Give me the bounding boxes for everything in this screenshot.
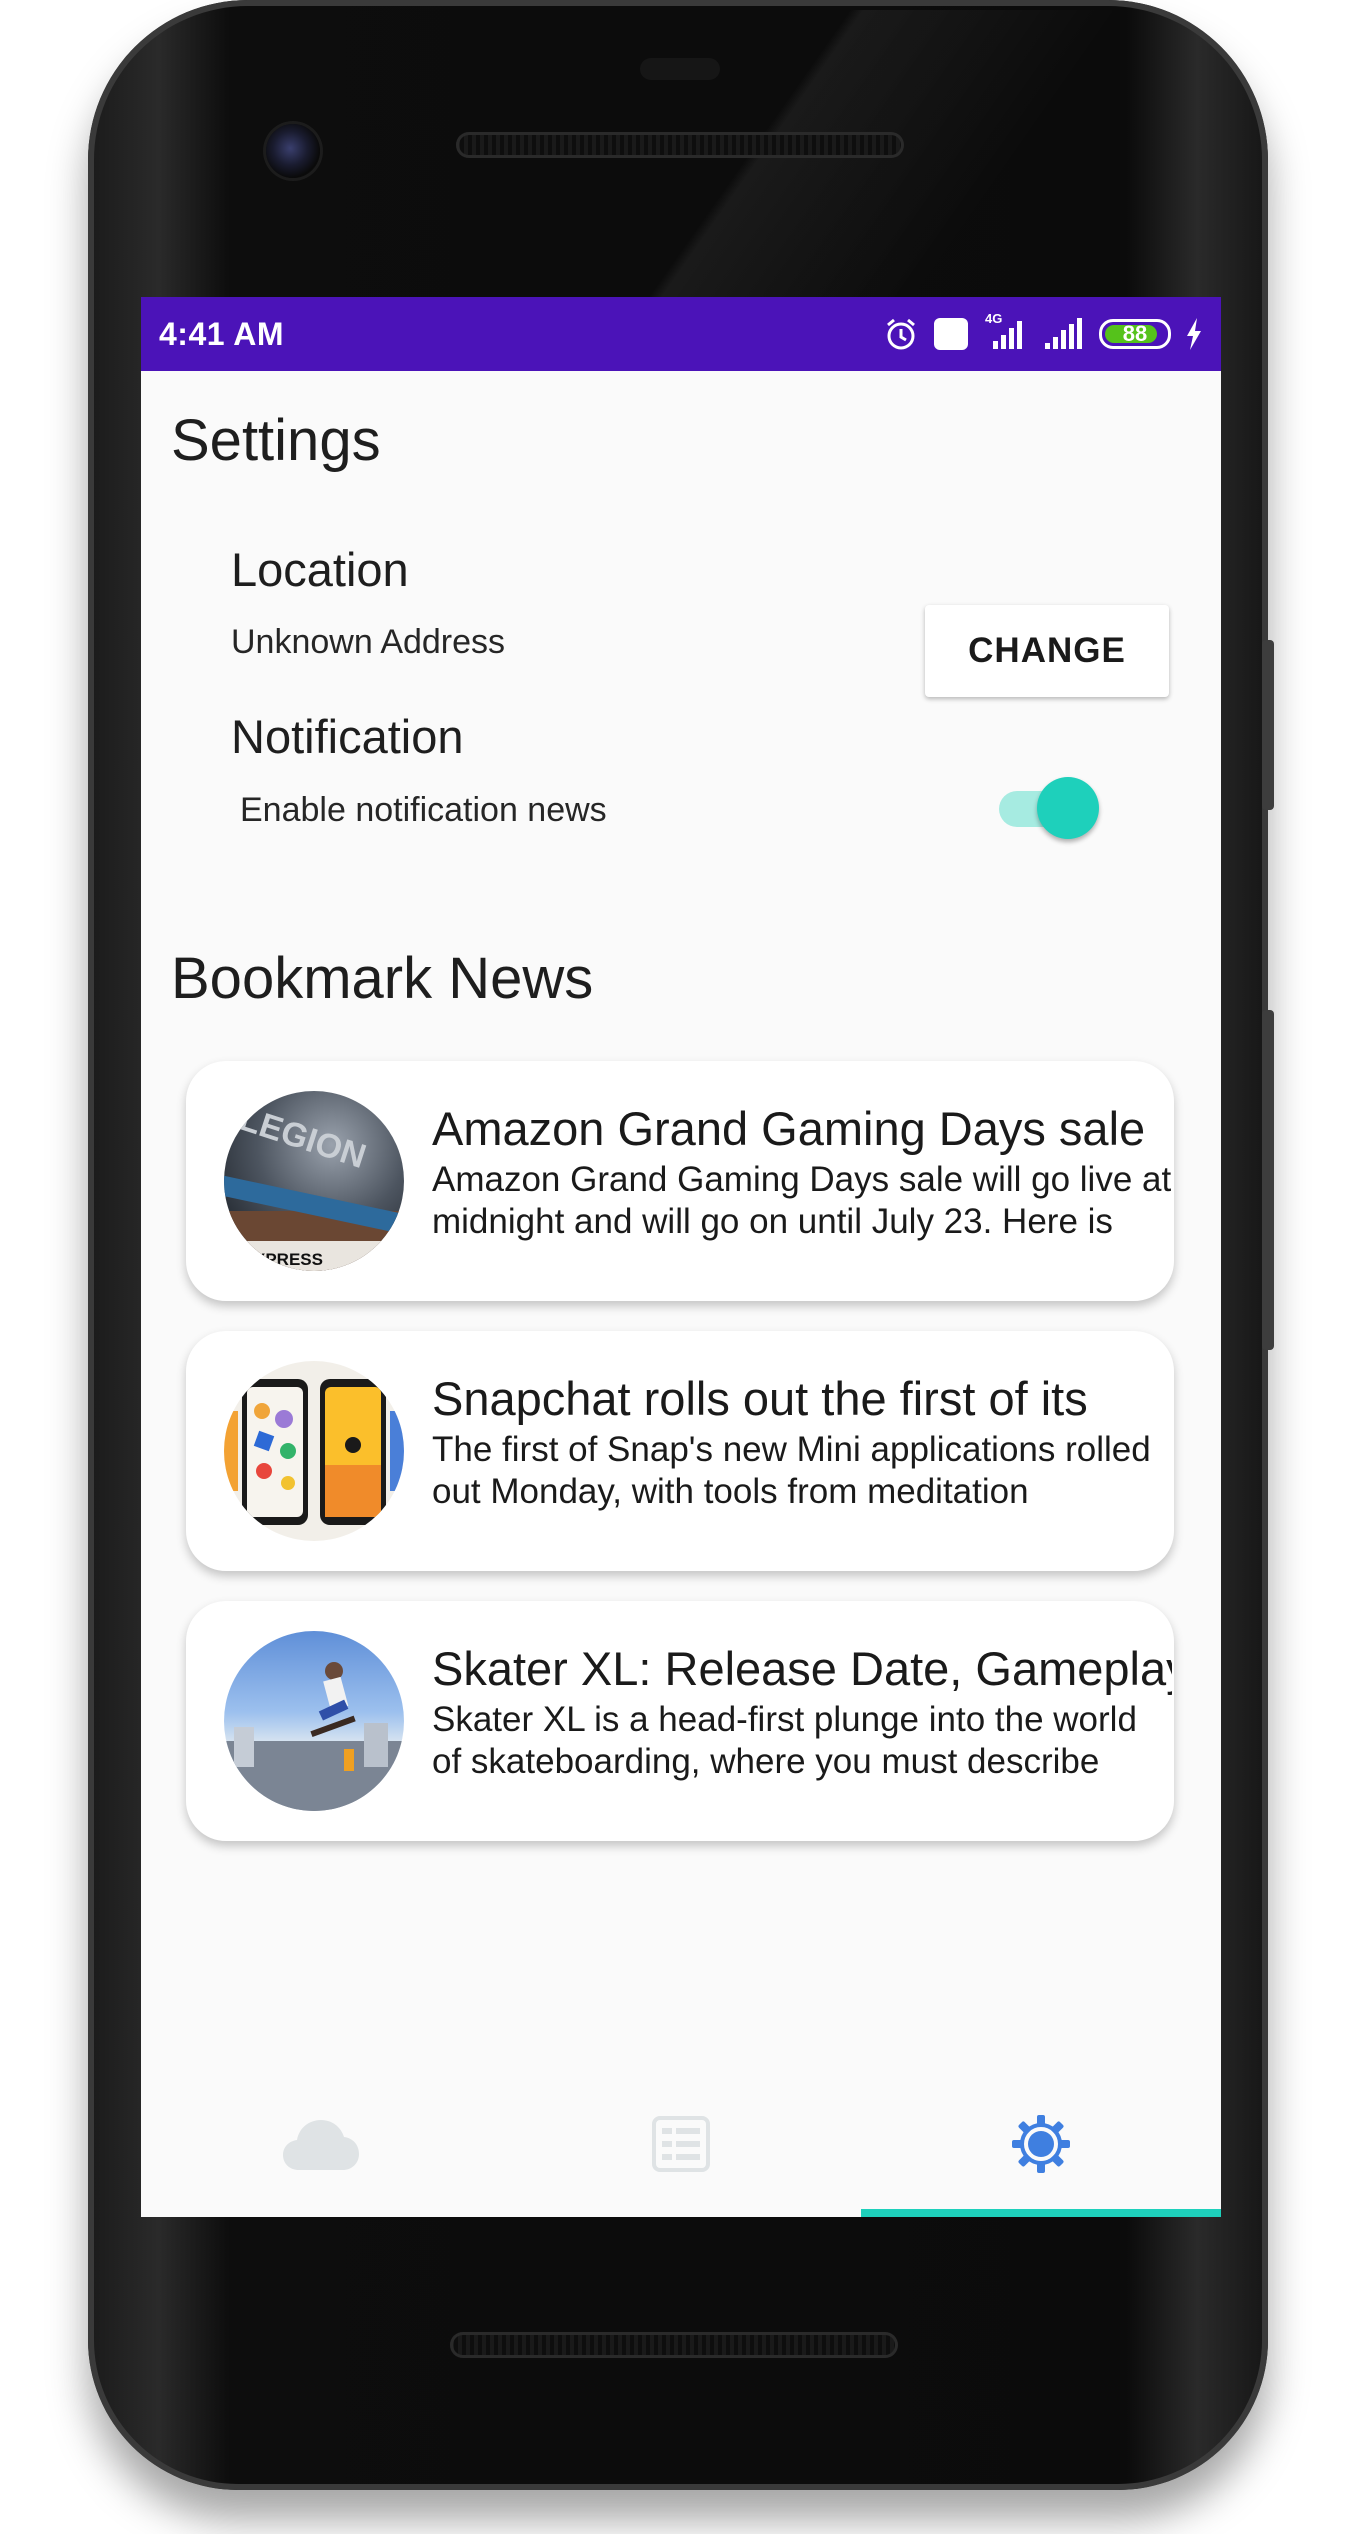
thumb-legion-text: LEGION — [235, 1100, 371, 1176]
toggle-thumb — [1037, 777, 1099, 839]
status-icons: 4G 88 — [883, 311, 1203, 352]
bookmark-description: Amazon Grand Gaming Days sale will go li… — [432, 1160, 1172, 1241]
nav-news[interactable] — [501, 2075, 861, 2217]
bookmark-description: The first of Snap's new Mini application… — [432, 1430, 1151, 1511]
notification-description: Enable notification news — [240, 791, 607, 829]
signal-4g-icon: 4G — [983, 311, 1027, 351]
status-bar: 4:41 AM 4G 88 — [141, 297, 1221, 371]
volte-icon — [933, 317, 969, 351]
bottom-navigation — [141, 2075, 1221, 2217]
battery-level: 88 — [1122, 321, 1148, 346]
news-list-icon — [652, 2115, 710, 2177]
location-label: Location — [231, 543, 409, 596]
front-camera — [266, 124, 320, 178]
nav-weather[interactable] — [141, 2075, 501, 2217]
bookmark-card[interactable]: Skater XL: Release Date, Gameplay Skater… — [186, 1601, 1174, 1841]
signal-icon — [1041, 317, 1085, 351]
earpiece-speaker — [456, 132, 904, 158]
bookmark-card[interactable]: LEGION XPRESS Amazon Grand Gaming Days s… — [186, 1061, 1174, 1301]
battery-icon: 88 — [1099, 319, 1171, 349]
location-value: Unknown Address — [231, 623, 506, 661]
bookmark-title: Snapchat rolls out the first of its — [432, 1372, 1088, 1425]
skater-thumbnail — [224, 1631, 404, 1811]
notification-toggle[interactable] — [993, 775, 1099, 839]
settings-title: Settings — [171, 408, 381, 473]
cloud-icon — [281, 2116, 361, 2177]
bottom-speaker — [450, 2332, 898, 2358]
bookmark-news-title: Bookmark News — [171, 946, 594, 1011]
bookmark-card[interactable]: Snapchat rolls out the first of its The … — [186, 1331, 1174, 1571]
settings-gear-icon — [1010, 2113, 1072, 2180]
proximity-sensor — [640, 58, 720, 80]
phones-thumbnail — [224, 1361, 404, 1541]
laptop-legion-thumbnail: LEGION XPRESS — [224, 1091, 404, 1271]
charging-icon — [1185, 317, 1203, 351]
app-screen: 4:41 AM 4G 88 Settings Location Unknown … — [141, 297, 1221, 2217]
power-button — [1262, 640, 1274, 810]
nav-settings[interactable] — [861, 2075, 1221, 2217]
bookmark-description: Skater XL is a head-first plunge into th… — [432, 1700, 1137, 1781]
change-location-button[interactable]: CHANGE — [925, 605, 1169, 697]
thumb-caption: XPRESS — [254, 1250, 323, 1269]
bookmark-title: Amazon Grand Gaming Days sale — [432, 1102, 1146, 1155]
alarm-icon — [883, 316, 919, 352]
network-label: 4G — [985, 311, 1003, 326]
nav-active-indicator — [861, 2209, 1221, 2217]
status-time: 4:41 AM — [159, 315, 285, 352]
bookmark-title: Skater XL: Release Date, Gameplay — [432, 1642, 1172, 1695]
volume-button — [1262, 1010, 1274, 1350]
notification-label: Notification — [231, 710, 464, 763]
